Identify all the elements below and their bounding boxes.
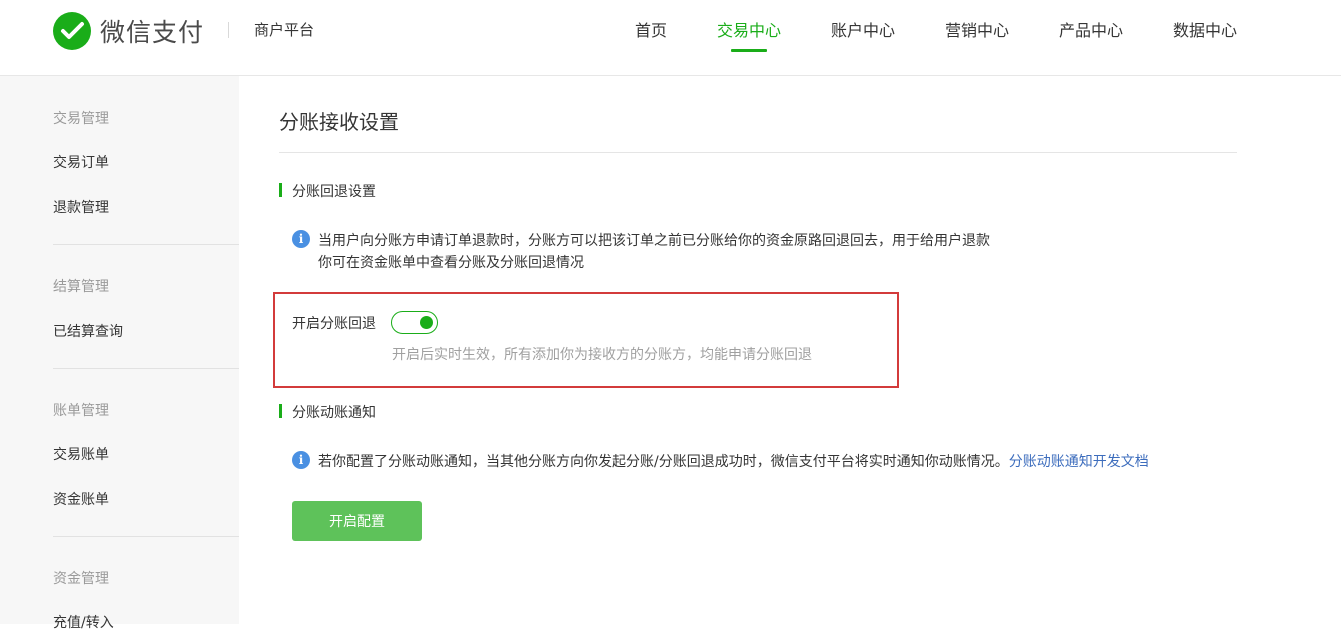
- info-icon: i: [292, 230, 310, 248]
- sidebar-item-trade-bill[interactable]: 交易账单: [53, 444, 109, 464]
- title-divider: [279, 152, 1237, 153]
- toggle-knob: [420, 316, 433, 329]
- sidebar-item-trade-orders[interactable]: 交易订单: [53, 152, 109, 172]
- notify-doc-link[interactable]: 分账动账通知开发文档: [1009, 454, 1149, 470]
- sidebar-divider: [53, 368, 239, 369]
- top-header: 微信支付 商户平台 首页 交易中心 账户中心 营销中心 产品中心 数据中心: [0, 0, 1341, 76]
- sidebar: 交易管理 交易订单 退款管理 结算管理 已结算查询 账单管理 交易账单 资金账单…: [0, 76, 239, 631]
- refund-info-line-1: 当用户向分账方申请订单退款时，分账方可以把该订单之前已分账给你的资金原路回退回去…: [318, 233, 990, 249]
- sidebar-item-settled-query[interactable]: 已结算查询: [53, 321, 123, 341]
- info-icon: i: [292, 451, 310, 469]
- main-nav: 首页 交易中心 账户中心 营销中心 产品中心 数据中心: [0, 17, 1341, 57]
- sidebar-item-refund-management[interactable]: 退款管理: [53, 197, 109, 217]
- notify-info-text: 若你配置了分账动账通知，当其他分账方向你发起分账/分账回退成功时，微信支付平台将…: [318, 454, 1009, 470]
- nav-item-product-center[interactable]: 产品中心: [1059, 17, 1123, 41]
- enable-config-button[interactable]: 开启配置: [292, 501, 422, 541]
- nav-item-account-center[interactable]: 账户中心: [831, 17, 895, 41]
- sidebar-group-title: 账单管理: [53, 403, 109, 419]
- nav-active-underline: [731, 49, 767, 52]
- refund-toggle-label: 开启分账回退: [292, 316, 376, 332]
- nav-item-trade-center[interactable]: 交易中心: [717, 17, 781, 41]
- section-title-refund: 分账回退设置: [279, 181, 376, 201]
- nav-item-marketing-center[interactable]: 营销中心: [945, 17, 1009, 41]
- notify-info-line: 若你配置了分账动账通知，当其他分账方向你发起分账/分账回退成功时，微信支付平台将…: [318, 451, 1149, 471]
- main-content: 分账接收设置 分账回退设置 i 当用户向分账方申请订单退款时，分账方可以把该订单…: [239, 76, 1341, 624]
- refund-toggle-switch[interactable]: [391, 311, 438, 334]
- sidebar-divider: [53, 244, 239, 245]
- sidebar-group-title: 交易管理: [53, 111, 109, 127]
- refund-toggle-hint: 开启后实时生效，所有添加你为接收方的分账方，均能申请分账回退: [392, 347, 812, 363]
- sidebar-group-title: 资金管理: [53, 571, 109, 587]
- nav-item-data-center[interactable]: 数据中心: [1173, 17, 1237, 41]
- sidebar-group-title: 结算管理: [53, 279, 109, 295]
- sidebar-divider: [53, 536, 239, 537]
- sidebar-item-recharge[interactable]: 充值/转入: [53, 612, 114, 632]
- refund-toggle-highlight: [273, 292, 899, 388]
- nav-item-home[interactable]: 首页: [635, 17, 667, 41]
- section-title-notify: 分账动账通知: [279, 402, 376, 422]
- page-title: 分账接收设置: [279, 110, 399, 134]
- sidebar-item-fund-bill[interactable]: 资金账单: [53, 489, 109, 509]
- refund-info-line-2: 你可在资金账单中查看分账及分账回退情况: [318, 255, 584, 271]
